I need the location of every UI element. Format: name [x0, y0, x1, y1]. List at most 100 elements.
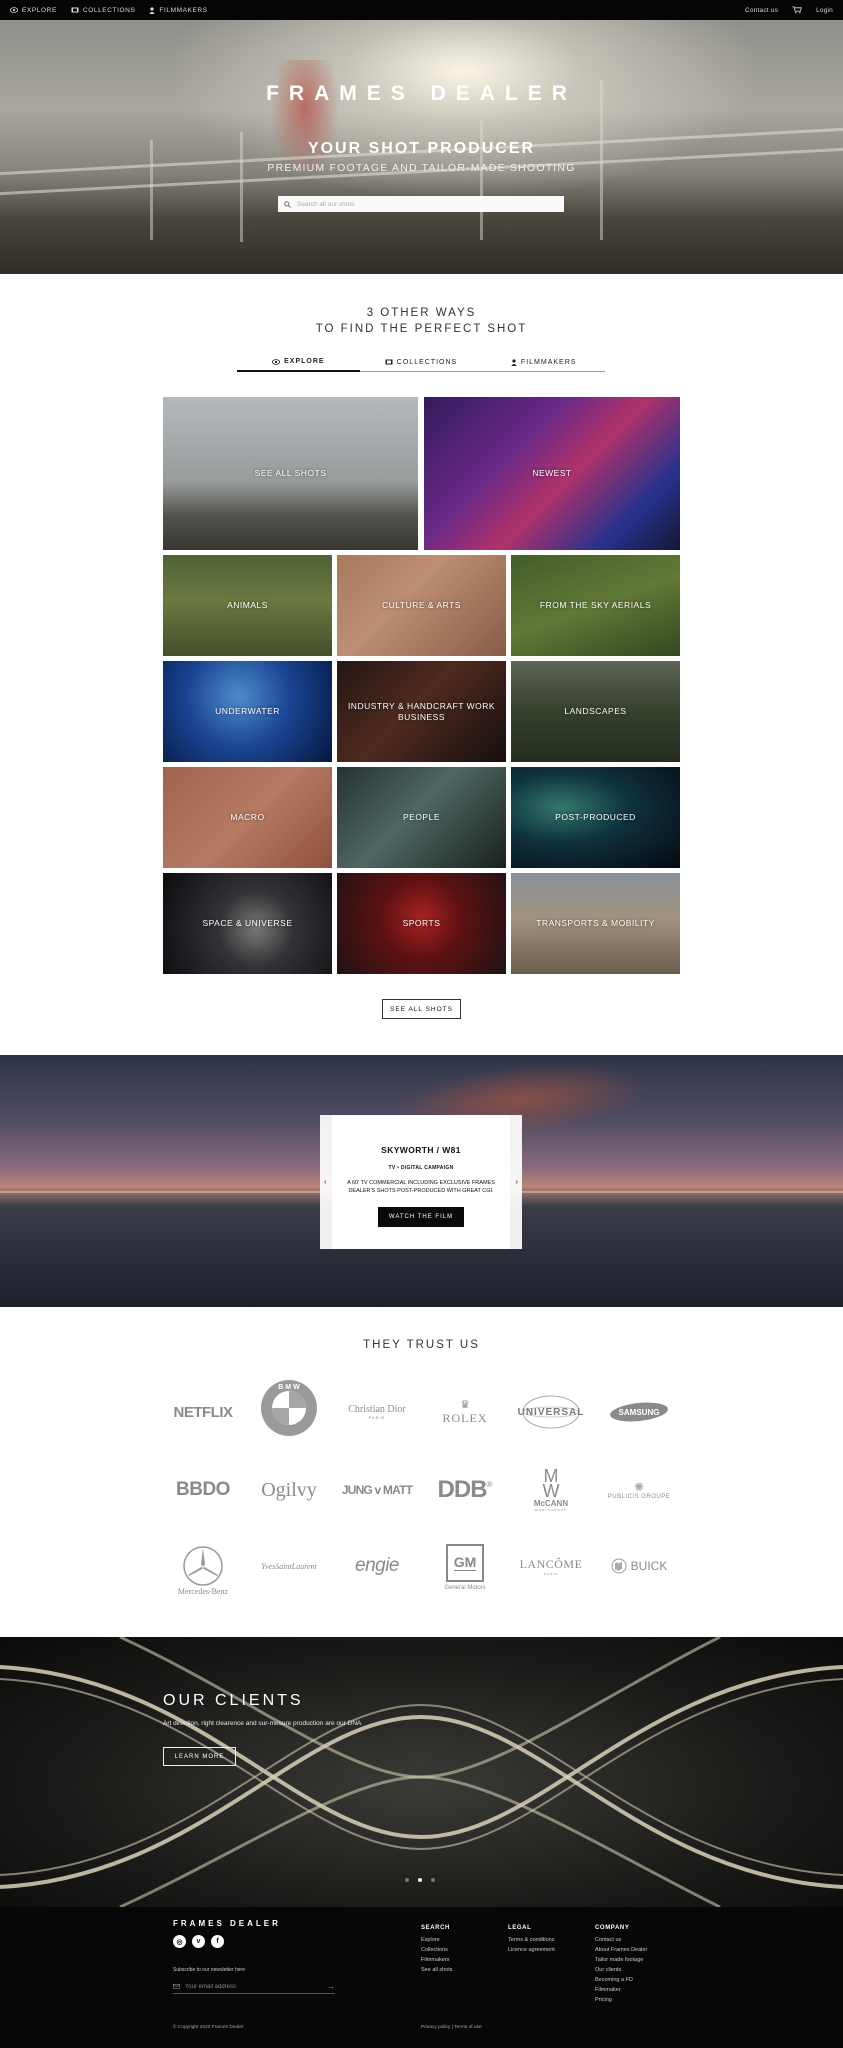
nav-right: Contact us Login — [745, 6, 833, 14]
logo-dior-text: Christian Dior — [348, 1404, 406, 1415]
hero-banner: FRAMES DEALER YOUR SHOT PRODUCER PREMIUM… — [0, 20, 843, 274]
category-tile-aerials[interactable]: FROM THE SKY AERIALS — [511, 555, 680, 656]
cart-button[interactable] — [792, 6, 803, 14]
film-subtitle: TV • DIGITAL CAMPAIGN — [388, 1165, 454, 1171]
category-tile-animals[interactable]: ANIMALS — [163, 555, 332, 656]
category-tile-people[interactable]: PEOPLE — [337, 767, 506, 868]
category-label: PEOPLE — [402, 812, 441, 822]
footer-link-explore[interactable]: Explore — [421, 1935, 453, 1945]
newsletter-form: → — [173, 1980, 335, 1994]
terms-of-use-link[interactable]: Terms of use — [454, 2025, 481, 2030]
search-input[interactable] — [297, 200, 547, 208]
slider-dot-1[interactable] — [405, 1878, 409, 1882]
category-label: SPACE & UNIVERSE — [202, 918, 293, 928]
category-label: MACRO — [230, 812, 265, 822]
film-next-arrow[interactable]: › — [515, 1177, 518, 1186]
learn-more-button[interactable]: LEARN MORE — [163, 1747, 236, 1766]
footer-link-filmmaker[interactable]: Filmmaker — [595, 1985, 647, 1995]
logo-buick: BUICK — [593, 1541, 685, 1591]
search-icon — [284, 200, 291, 208]
logo-rolex: ♛ ROLEX — [419, 1387, 511, 1437]
logo-samsung-text: SAMSUNG — [618, 1407, 660, 1417]
person-icon — [511, 358, 517, 366]
category-label: POST-PRODUCED — [555, 812, 636, 822]
privacy-policy-link[interactable]: Privacy policy — [421, 2025, 450, 2030]
film-title: SKYWORTH / W81 — [381, 1145, 461, 1155]
logo-samsung: SAMSUNG — [593, 1387, 685, 1437]
category-tile-post-produced[interactable]: POST-PRODUCED — [511, 767, 680, 868]
copyright: © Copyright 2020 Frames Dealer — [173, 2025, 244, 2030]
category-tile-newest[interactable]: NEWEST — [424, 397, 680, 550]
footer-link-pricing[interactable]: Pricing — [595, 1995, 647, 2005]
logo-universal-text: UNIVERSAL — [517, 1406, 585, 1418]
svg-text:B M W: B M W — [278, 1384, 300, 1391]
footer-link-licence[interactable]: Licence agreement — [508, 1945, 555, 1955]
footer-link-tailor-made[interactable]: Tailor made footage — [595, 1955, 647, 1965]
category-tile-space[interactable]: SPACE & UNIVERSE — [163, 873, 332, 974]
film-card-content: SKYWORTH / W81 TV • DIGITAL CAMPAIGN A 6… — [332, 1115, 510, 1249]
see-all-shots-button[interactable]: SEE ALL SHOTS — [382, 999, 461, 1019]
publicis-lion-icon: ✺ — [633, 1480, 645, 1494]
category-tile-industry[interactable]: INDUSTRY & HANDCRAFT WORK BUSINESS — [337, 661, 506, 762]
category-tile-culture-arts[interactable]: CULTURE & ARTS — [337, 555, 506, 656]
logo-ddb: DDB ® — [419, 1465, 511, 1515]
footer-link-contact[interactable]: Contact us — [595, 1935, 647, 1945]
crown-icon: ♛ — [460, 1399, 470, 1411]
category-label: CULTURE & ARTS — [382, 600, 461, 610]
category-tile-transports[interactable]: TRANSPORTS & MOBILITY — [511, 873, 680, 974]
logo-jungvonmatt: JUNG v MATT — [331, 1465, 423, 1515]
footer-link-our-clients[interactable]: Our clients — [595, 1965, 647, 1975]
nav-filmmakers[interactable]: Filmmakers — [149, 7, 207, 14]
hero-search-bar[interactable] — [278, 196, 564, 212]
nav-collections[interactable]: Collections — [71, 7, 135, 14]
category-label: FROM THE SKY AERIALS — [539, 600, 652, 610]
logo-publicis-text: PUBLICIS GROUPE — [607, 1494, 671, 1500]
film-card: ‹ › SKYWORTH / W81 TV • DIGITAL CAMPAIGN… — [320, 1115, 522, 1249]
nav-login-link[interactable]: Login — [816, 7, 833, 14]
footer-link-see-all[interactable]: See all shots — [421, 1965, 453, 1975]
category-tile-sports[interactable]: SPORTS — [337, 873, 506, 974]
our-clients-title: OUR CLIENTS — [163, 1692, 304, 1709]
film-prev-arrow[interactable]: ‹ — [324, 1177, 327, 1186]
logo-dior: Christian Dior PARIS — [331, 1387, 423, 1437]
nav-contact-link[interactable]: Contact us — [745, 7, 778, 14]
footer-link-about[interactable]: About Frames Dealer — [595, 1945, 647, 1955]
nav-explore[interactable]: Explore — [10, 7, 57, 14]
slider-dot-2[interactable] — [418, 1878, 422, 1882]
logo-bmw: B M W — [243, 1380, 335, 1436]
gm-box: GM — [446, 1543, 484, 1582]
social-links: ◎ v f — [173, 1935, 224, 1948]
tab-filmmakers[interactable]: FILMMAKERS — [482, 353, 605, 371]
submit-arrow-icon[interactable]: → — [327, 1982, 335, 1991]
footer-link-becoming[interactable]: Becoming a FD — [595, 1975, 647, 1985]
logo-ogilvy-text: Ogilvy — [261, 1478, 317, 1501]
logo-rolex-text: ROLEX — [442, 1411, 488, 1425]
footer-link-filmmakers[interactable]: Filmmakers — [421, 1955, 453, 1965]
footer-link-collections[interactable]: Collections — [421, 1945, 453, 1955]
logo-mccann-sub: WORLDGROUP — [534, 1507, 568, 1512]
facebook-icon[interactable]: f — [211, 1935, 224, 1948]
eye-icon — [272, 358, 281, 365]
category-tile-see-all-shots[interactable]: SEE ALL SHOTS — [163, 397, 418, 550]
person-icon — [149, 6, 156, 14]
category-tile-macro[interactable]: MACRO — [163, 767, 332, 868]
mccann-w-icon: W — [542, 1480, 560, 1501]
category-tile-landscapes[interactable]: LANDSCAPES — [511, 661, 680, 762]
watch-film-button[interactable]: WATCH THE FILM — [378, 1207, 464, 1227]
newsletter-email-input[interactable] — [184, 1983, 322, 1990]
logo-gm-sub: General Motors — [444, 1584, 486, 1591]
category-label: TRANSPORTS & MOBILITY — [536, 918, 655, 928]
hero-brand: FRAMES DEALER — [266, 82, 577, 105]
hero-subtagline: PREMIUM FOOTAGE AND TAILOR-MADE SHOOTING — [267, 162, 576, 174]
logo-lancome: LANCÔME PARIS — [505, 1541, 597, 1591]
ways-heading: 3 OTHER WAYS TO FIND THE PERFECT SHOT — [0, 305, 843, 337]
footer-link-terms[interactable]: Terms & conditions — [508, 1935, 555, 1945]
tab-collections[interactable]: COLLECTIONS — [360, 353, 483, 371]
tab-collections-label: COLLECTIONS — [396, 358, 458, 366]
category-tile-underwater[interactable]: UNDERWATER — [163, 661, 332, 762]
tab-explore[interactable]: EXPLORE — [237, 353, 360, 372]
vimeo-icon[interactable]: v — [192, 1935, 205, 1948]
instagram-icon[interactable]: ◎ — [173, 1935, 186, 1948]
mercedes-star-icon — [183, 1545, 223, 1586]
slider-dot-3[interactable] — [431, 1878, 435, 1882]
